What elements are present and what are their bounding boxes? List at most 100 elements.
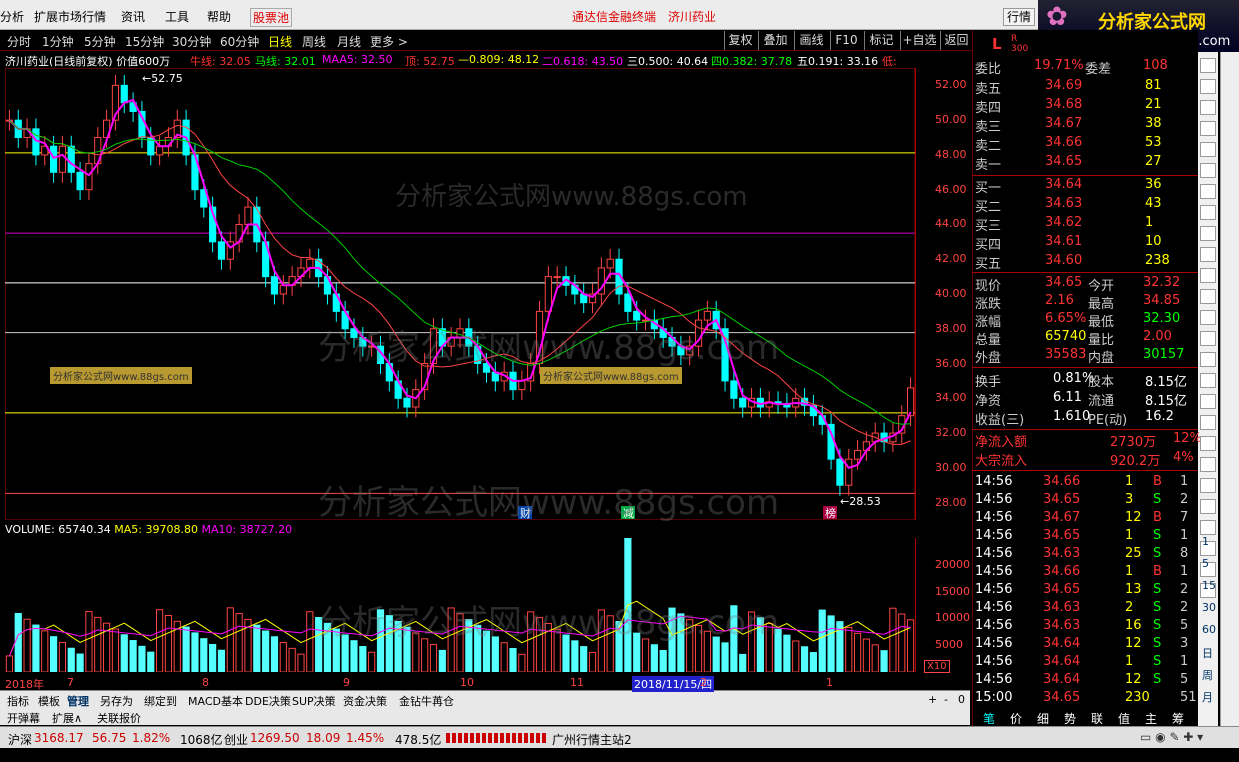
status-icons[interactable]: ▭ ◉ ✎ ✚ ▾ [1140, 730, 1203, 744]
bid-row: 买五 [975, 257, 1002, 272]
tab-manage[interactable]: 管理 [67, 693, 89, 709]
period-tick[interactable]: 分时 [7, 33, 31, 50]
period-day[interactable]: 日线 [268, 33, 292, 50]
quote-button[interactable]: 行情 [1003, 8, 1035, 26]
quote-tab[interactable]: 主 [1145, 710, 1157, 727]
ask-row: 34.65 [1045, 154, 1083, 169]
side-tool-icon[interactable] [1200, 163, 1216, 178]
tab-extend[interactable]: 扩展∧ [52, 710, 82, 726]
tab-remove[interactable]: - [944, 693, 948, 706]
quote-tab[interactable]: 筹 [1172, 710, 1184, 727]
candlestick-chart[interactable]: ←52.75←28.53财减榜 [5, 68, 915, 520]
side-tool-icon[interactable] [1200, 205, 1216, 220]
side-tool-icon[interactable] [1200, 373, 1216, 388]
menu-help[interactable]: 帮助 [207, 8, 231, 25]
side-tool-icon[interactable] [1200, 100, 1216, 115]
quote-tab[interactable]: 势 [1064, 710, 1076, 727]
tool-f10[interactable]: F10 [830, 31, 862, 50]
period-month[interactable]: 月线 [337, 33, 361, 50]
menu-tools[interactable]: 工具 [165, 8, 189, 25]
tab-template[interactable]: 模板 [38, 693, 60, 709]
side-tool-icon[interactable] [1200, 58, 1216, 73]
side-period-tab[interactable]: 5 [1202, 557, 1209, 570]
side-period-tab[interactable]: 日 [1202, 645, 1213, 661]
tool-mark[interactable]: 标记 [864, 31, 898, 50]
side-tool-icon[interactable] [1200, 142, 1216, 157]
volume-bar [297, 653, 305, 672]
side-tool-icon[interactable] [1200, 520, 1216, 535]
side-period-tab[interactable]: 30 [1202, 601, 1216, 614]
tab-danmu[interactable]: 开弹幕 [7, 710, 40, 726]
side-period-tab[interactable]: 周 [1202, 667, 1213, 683]
side-tool-icon[interactable] [1200, 247, 1216, 262]
period-15m[interactable]: 15分钟 [125, 33, 164, 50]
side-tool-icon[interactable] [1200, 268, 1216, 283]
legend-ma5: MAA5: 32.50 [322, 53, 393, 66]
side-tool-icon[interactable] [1200, 79, 1216, 94]
tick-row: 25 [1125, 546, 1142, 561]
period-5m[interactable]: 5分钟 [84, 33, 116, 50]
tab-macd[interactable]: MACD基本 [188, 693, 243, 709]
quote-info-row: 34.85 [1143, 293, 1181, 308]
quote-tab[interactable]: 笔 [983, 710, 995, 727]
legend-niu: 牛线: 32.05 [190, 55, 251, 68]
tab-add[interactable]: + [928, 693, 937, 706]
tab-fund[interactable]: 资金决策 [343, 693, 387, 709]
tab-sup[interactable]: SUP决策 [292, 693, 336, 709]
volume-bar [67, 647, 75, 672]
side-tool-icon[interactable] [1200, 331, 1216, 346]
side-tool-icon[interactable] [1200, 121, 1216, 136]
menu-stock-pool[interactable]: 股票池 [250, 8, 293, 27]
candle [50, 145, 58, 173]
side-tool-icon[interactable] [1200, 289, 1216, 304]
tab-dde[interactable]: DDE决策 [245, 693, 291, 709]
side-period-tab[interactable]: 60 [1202, 623, 1216, 636]
ask-row: 81 [1145, 78, 1162, 93]
tab-gold[interactable]: 金钻牛苒仓 [399, 693, 454, 709]
period-week[interactable]: 周线 [302, 33, 326, 50]
volume-bar [111, 628, 120, 672]
period-more[interactable]: 更多 > [370, 33, 408, 50]
quote-tab[interactable]: 细 [1037, 710, 1049, 727]
scrollbar[interactable] [1220, 52, 1239, 726]
period-60m[interactable]: 60分钟 [220, 33, 259, 50]
side-tool-icon[interactable] [1200, 415, 1216, 430]
quote-tab[interactable]: 联 [1091, 710, 1103, 727]
tab-bind[interactable]: 绑定到 [144, 693, 177, 709]
menu-info[interactable]: 资讯 [121, 8, 145, 25]
side-tool-icon[interactable] [1200, 394, 1216, 409]
side-tool-icon[interactable] [1200, 436, 1216, 451]
side-tool-icon[interactable] [1200, 352, 1216, 367]
tool-restore-rights[interactable]: 复权 [724, 31, 756, 50]
side-tool-icon[interactable] [1200, 226, 1216, 241]
tab-indicator[interactable]: 指标 [7, 693, 29, 709]
tab-related-quote[interactable]: 关联报价 [97, 710, 141, 726]
side-tool-icon[interactable] [1200, 184, 1216, 199]
side-tool-icon[interactable] [1200, 310, 1216, 325]
tool-draw[interactable]: 画线 [794, 31, 828, 50]
tool-overlay[interactable]: 叠加 [758, 31, 792, 50]
side-period-tab[interactable]: 1 [1202, 535, 1209, 548]
tool-add-fav[interactable]: +自选 [900, 31, 938, 50]
candle [85, 163, 93, 191]
sh-value: 3168.17 [34, 731, 84, 745]
side-period-tab[interactable]: 15 [1202, 579, 1216, 592]
side-tool-icon[interactable] [1200, 478, 1216, 493]
volume-bar [85, 611, 93, 672]
side-tool-icon[interactable] [1200, 499, 1216, 514]
menu-analysis[interactable]: 分析 [0, 8, 24, 25]
tab-save-as[interactable]: 另存为 [100, 693, 133, 709]
market-strength-bar [446, 733, 546, 743]
menu-ext-market[interactable]: 扩展市场行情 [34, 8, 106, 25]
tab-zero[interactable]: 0 [958, 693, 965, 706]
quote-tab[interactable]: 值 [1118, 710, 1130, 727]
side-tool-icon[interactable] [1200, 457, 1216, 472]
volume-bar [809, 652, 817, 672]
side-period-tab[interactable]: 月 [1202, 689, 1213, 705]
bid-row: 36 [1145, 177, 1162, 192]
fundamental-row: 1.610 [1053, 409, 1091, 424]
quote-tab[interactable]: 价 [1010, 710, 1022, 727]
period-30m[interactable]: 30分钟 [172, 33, 211, 50]
period-1m[interactable]: 1分钟 [42, 33, 74, 50]
tool-back[interactable]: 返回 [940, 31, 972, 50]
